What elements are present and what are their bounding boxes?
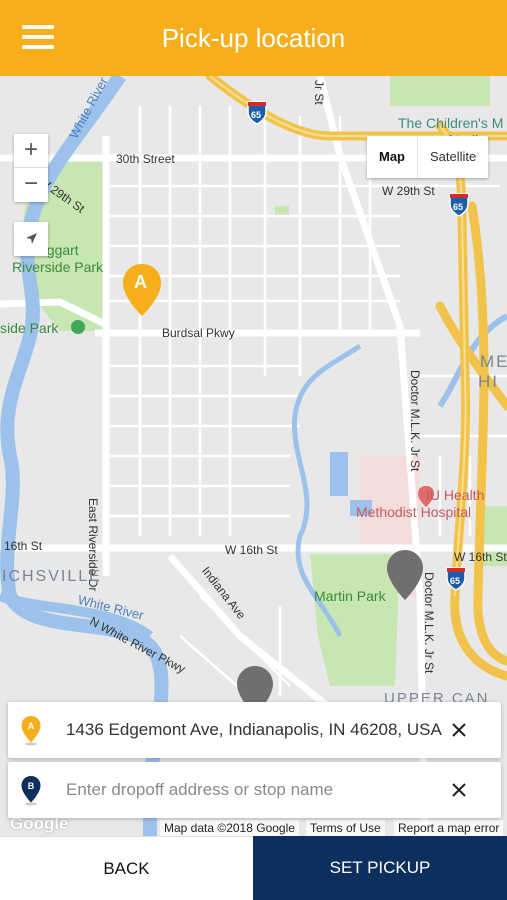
zoom-in-button[interactable]: + bbox=[14, 134, 48, 168]
app-header: Pick-up location bbox=[0, 0, 507, 76]
map-label-riverside-park: Riverside Park bbox=[12, 259, 104, 275]
pickup-address-field[interactable]: A 1436 Edgemont Ave, Indianapolis, IN 46… bbox=[8, 702, 501, 758]
back-button[interactable]: BACK bbox=[0, 836, 253, 900]
map-data-attribution: Map data ©2018 Google bbox=[160, 820, 299, 836]
terms-of-use-link[interactable]: Terms of Use bbox=[306, 820, 385, 836]
app-screen: Pick-up location A 30th Street W 29th St… bbox=[0, 0, 507, 900]
map-label-burdsal: Burdsal Pkwy bbox=[162, 326, 235, 340]
pickup-address-text[interactable]: 1436 Edgemont Ave, Indianapolis, IN 4620… bbox=[66, 702, 442, 758]
map-type-satellite-button[interactable]: Satellite bbox=[418, 136, 488, 178]
google-logo: Google bbox=[10, 814, 69, 833]
navigation-arrow-icon bbox=[26, 233, 37, 244]
map-type-toggle: Map Satellite bbox=[367, 136, 489, 178]
map-label-iu-health: IU Health bbox=[426, 487, 485, 503]
pickup-pin-letter: A bbox=[28, 721, 35, 731]
dropoff-address-input[interactable] bbox=[66, 772, 446, 808]
map-label-side-park: side Park bbox=[0, 320, 59, 336]
map-type-map-button[interactable]: Map bbox=[367, 136, 418, 178]
zoom-controls: + − bbox=[14, 134, 48, 202]
map-label-w16th-mid: W 16th St bbox=[225, 543, 278, 557]
pickup-marker-label: A bbox=[134, 272, 147, 292]
map-label-i65-mid: 65 bbox=[453, 202, 464, 212]
map-label-childrens: The Children's M bbox=[398, 115, 504, 131]
zoom-out-button[interactable]: − bbox=[14, 168, 48, 202]
clear-pickup-close-icon[interactable] bbox=[445, 716, 473, 744]
dropoff-address-field[interactable]: B bbox=[8, 762, 501, 818]
report-map-error-link[interactable]: Report a map error bbox=[394, 820, 504, 836]
map-label-w16th-right: W 16th St bbox=[454, 550, 507, 564]
map-label-i65-low: 65 bbox=[450, 576, 461, 586]
dropoff-pin-icon: B bbox=[21, 776, 41, 806]
map-label-30th-street: 30th Street bbox=[116, 152, 175, 166]
my-location-button[interactable] bbox=[14, 222, 48, 256]
map-label-16th-left: 16th St bbox=[4, 539, 43, 553]
map-label-jr-st-top: Jr St bbox=[312, 80, 326, 105]
set-pickup-button[interactable]: SET PICKUP bbox=[253, 836, 507, 900]
map-label-martin-park: Martin Park bbox=[314, 588, 386, 604]
map-label-mlk-upper: Doctor M.L.K. Jr St bbox=[408, 370, 422, 472]
map-label-hi: HI bbox=[478, 372, 499, 391]
map-label-me: ME bbox=[480, 352, 507, 371]
dropoff-pin-letter: B bbox=[28, 781, 35, 791]
map-label-w29th-right: W 29th St bbox=[382, 184, 435, 198]
pickup-pin-icon: A bbox=[21, 716, 41, 746]
map-label-chisville: ICHSVILLE bbox=[2, 568, 102, 585]
map-label-mlk-lower: Doctor M.L.K. Jr St bbox=[422, 572, 436, 674]
map-label-methodist: Methodist Hospital bbox=[356, 504, 472, 520]
clear-dropoff-close-icon[interactable] bbox=[445, 776, 473, 804]
map-label-i65-top: 65 bbox=[251, 110, 262, 120]
page-title: Pick-up location bbox=[161, 23, 346, 53]
